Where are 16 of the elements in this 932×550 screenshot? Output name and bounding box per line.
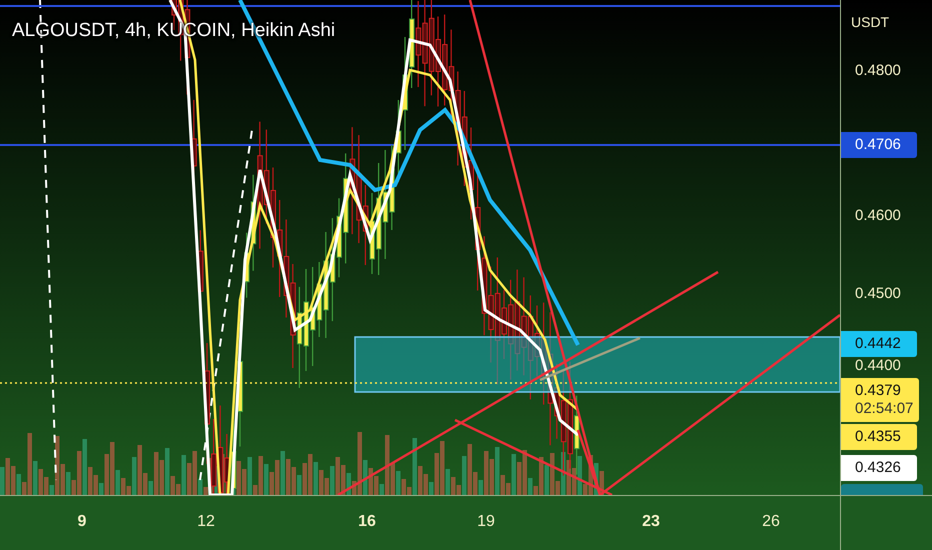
time-tick: 19 [477, 513, 495, 531]
price-label: 0.4442 [841, 331, 917, 357]
price-label: 0.4379 02:54:07 [841, 378, 919, 422]
time-tick: 16 [358, 513, 376, 531]
time-tick: 26 [762, 513, 780, 531]
time-tick: 9 [78, 513, 86, 531]
price-tick: 0.4400 [855, 357, 901, 374]
time-tick: 12 [197, 513, 215, 531]
price-tick: 0.4500 [855, 285, 901, 302]
price-tick: 0.4800 [855, 62, 901, 79]
price-label: 0.4326 [841, 455, 917, 481]
time-tick: 23 [642, 513, 660, 531]
price-tick: 0.4600 [855, 207, 901, 224]
price-label: 0.4355 [841, 424, 917, 450]
price-unit: USDT [851, 14, 890, 30]
price-label: 0.4706 [841, 132, 917, 158]
